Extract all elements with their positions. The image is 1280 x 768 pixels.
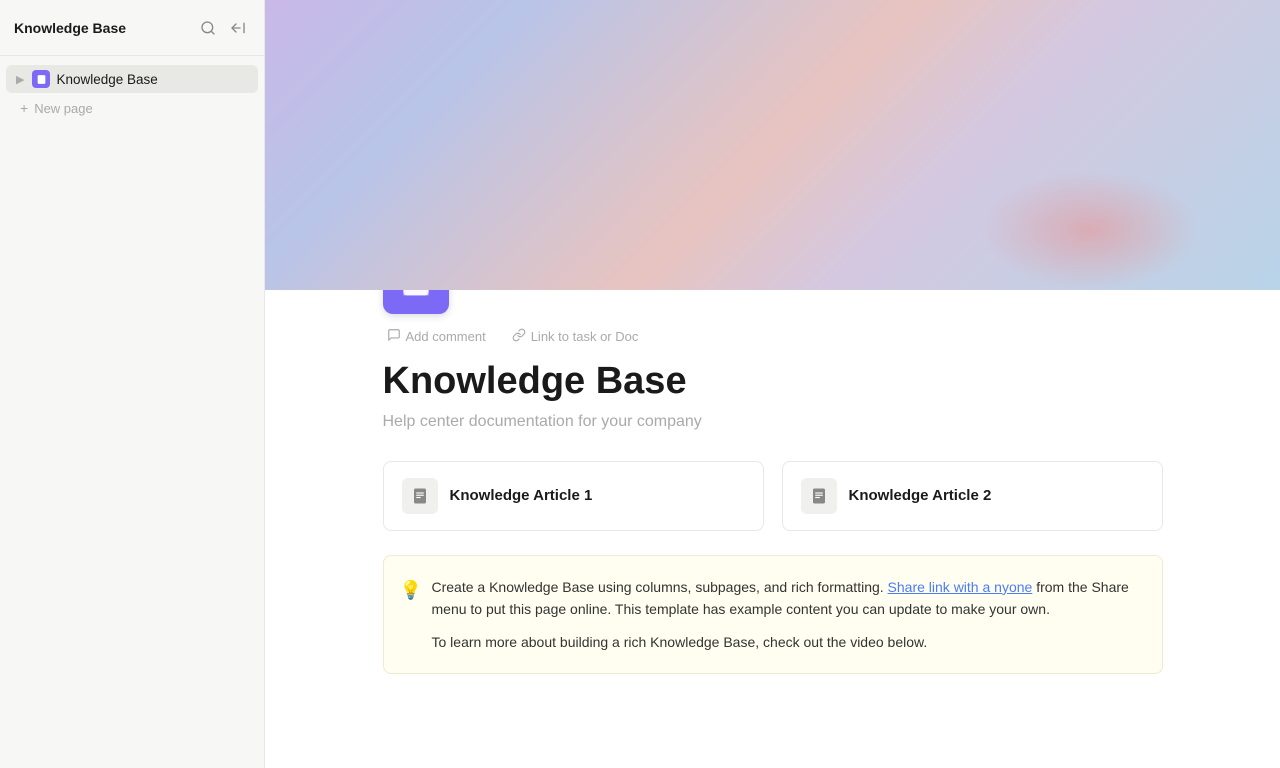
plus-icon: + — [20, 100, 28, 116]
article-icon-1 — [411, 487, 429, 505]
sidebar-title: Knowledge Base — [14, 20, 126, 36]
card-icon-1 — [402, 478, 438, 514]
info-paragraph-1: Create a Knowledge Base using columns, s… — [432, 576, 1142, 621]
knowledge-article-2-card[interactable]: Knowledge Article 2 — [782, 461, 1163, 531]
card-title-1: Knowledge Article 1 — [450, 487, 593, 504]
info-text-pre: Create a Knowledge Base using columns, s… — [432, 579, 888, 595]
share-link[interactable]: Share link with a nyone — [888, 579, 1033, 595]
add-comment-button[interactable]: Add comment — [383, 326, 490, 347]
sidebar-header: Knowledge Base — [0, 0, 264, 56]
sidebar: Knowledge Base ▶ Knowledge Base + — [0, 0, 265, 768]
info-paragraph-2: To learn more about building a rich Know… — [432, 631, 1142, 653]
comment-icon — [387, 328, 401, 345]
sidebar-item-knowledge-base[interactable]: ▶ Knowledge Base — [6, 65, 258, 93]
link-task-label: Link to task or Doc — [531, 329, 639, 344]
page-subtitle: Help center documentation for your compa… — [383, 413, 1163, 431]
sidebar-item-label: Knowledge Base — [56, 72, 157, 87]
link-icon — [512, 328, 526, 345]
knowledge-article-1-card[interactable]: Knowledge Article 1 — [383, 461, 764, 531]
main-content: Add comment Link to task or Doc Knowledg… — [265, 0, 1280, 768]
action-bar: Add comment Link to task or Doc — [383, 326, 1163, 347]
add-comment-label: Add comment — [406, 329, 486, 344]
chevron-right-icon: ▶ — [16, 73, 24, 86]
link-task-button[interactable]: Link to task or Doc — [508, 326, 643, 347]
sidebar-navigation: ▶ Knowledge Base + New page — [0, 56, 264, 131]
card-icon-2 — [801, 478, 837, 514]
collapse-icon — [230, 20, 246, 36]
search-button[interactable] — [196, 16, 220, 40]
info-box: 💡 Create a Knowledge Base using columns,… — [383, 555, 1163, 674]
new-page-button[interactable]: + New page — [6, 95, 258, 121]
sidebar-item-page-icon — [32, 70, 50, 88]
hero-banner — [265, 0, 1280, 290]
article-icon-2 — [810, 487, 828, 505]
page-content: Add comment Link to task or Doc Knowledg… — [343, 290, 1203, 714]
lightbulb-icon: 💡 — [400, 576, 422, 605]
cards-row: Knowledge Article 1 Knowledge Article 2 — [383, 461, 1163, 531]
page-title: Knowledge Base — [383, 361, 1163, 403]
document-icon — [36, 74, 47, 85]
card-title-2: Knowledge Article 2 — [849, 487, 992, 504]
sidebar-header-icons — [196, 16, 250, 40]
new-page-label: New page — [34, 101, 93, 116]
search-icon — [200, 20, 216, 36]
collapse-sidebar-button[interactable] — [226, 16, 250, 40]
